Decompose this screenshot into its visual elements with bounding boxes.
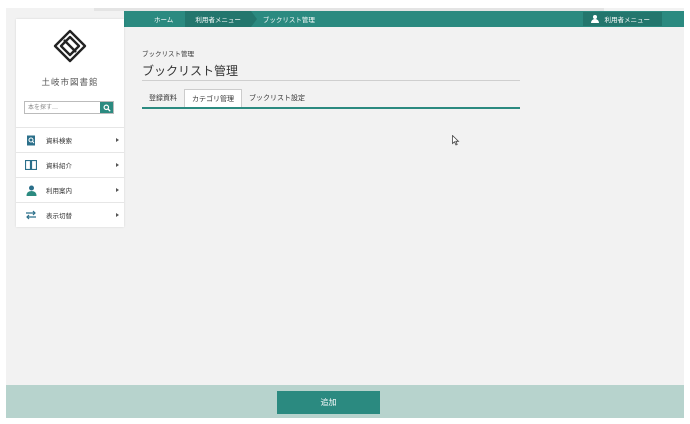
- search-box: [24, 101, 114, 114]
- search-icon: [102, 103, 111, 112]
- sidebar-item-material-intro[interactable]: 資料紹介: [16, 152, 124, 177]
- top-nav: ホーム 利用者メニュー ブックリスト管理 利用者メニュー: [124, 11, 684, 27]
- tab-bar: 登録資料 カテゴリ管理 ブックリスト設定: [142, 89, 520, 109]
- sidebar-item-display-switch[interactable]: 表示切替: [16, 202, 124, 227]
- page-breadcrumb: ブックリスト管理: [142, 50, 194, 58]
- sidebar: 土岐市図書館 資料検索 資料紹介: [16, 19, 124, 227]
- user-menu-label: 利用者メニュー: [604, 16, 651, 24]
- sidebar-item-material-search[interactable]: 資料検索: [16, 127, 124, 152]
- library-name: 土岐市図書館: [41, 78, 99, 88]
- switch-arrows-icon: [25, 210, 37, 220]
- mouse-cursor-icon: [452, 135, 460, 146]
- footer-bar: 追加: [6, 385, 684, 418]
- sidebar-item-label: 資料検索: [46, 137, 72, 145]
- chevron-right-icon: [116, 213, 119, 217]
- user-menu-button[interactable]: 利用者メニュー: [582, 12, 662, 26]
- search-input[interactable]: [25, 102, 100, 113]
- tab-registered-materials[interactable]: 登録資料: [142, 89, 184, 107]
- chevron-right-icon: [116, 163, 119, 167]
- person-icon: [25, 185, 37, 196]
- add-button[interactable]: 追加: [277, 391, 380, 414]
- sidebar-item-label: 資料紹介: [46, 162, 72, 170]
- breadcrumb-home[interactable]: ホーム: [124, 11, 183, 27]
- sidebar-item-label: 利用案内: [46, 187, 72, 195]
- sidebar-item-usage-guide[interactable]: 利用案内: [16, 177, 124, 202]
- page-title: ブックリスト管理: [142, 64, 239, 78]
- app-frame: ホーム 利用者メニュー ブックリスト管理 利用者メニュー 土岐市図書館 本を探す…: [6, 8, 684, 418]
- sidebar-item-label: 表示切替: [46, 212, 72, 220]
- user-icon: [590, 15, 599, 23]
- open-book-icon: [25, 160, 37, 170]
- tab-booklist-settings[interactable]: ブックリスト設定: [242, 89, 312, 107]
- sidebar-menu: 資料検索 資料紹介 利用案内 表示切替: [16, 127, 124, 227]
- search-button[interactable]: [100, 102, 113, 113]
- library-logo-icon[interactable]: [53, 29, 87, 63]
- chevron-right-icon: [116, 138, 119, 142]
- breadcrumb-current: ブックリスト管理: [262, 16, 315, 24]
- breadcrumb-user-menu[interactable]: 利用者メニュー: [185, 11, 257, 27]
- title-divider: [142, 80, 520, 81]
- tab-category-management[interactable]: カテゴリ管理: [184, 89, 242, 107]
- book-search-icon: [25, 135, 37, 145]
- chevron-right-icon: [116, 188, 119, 192]
